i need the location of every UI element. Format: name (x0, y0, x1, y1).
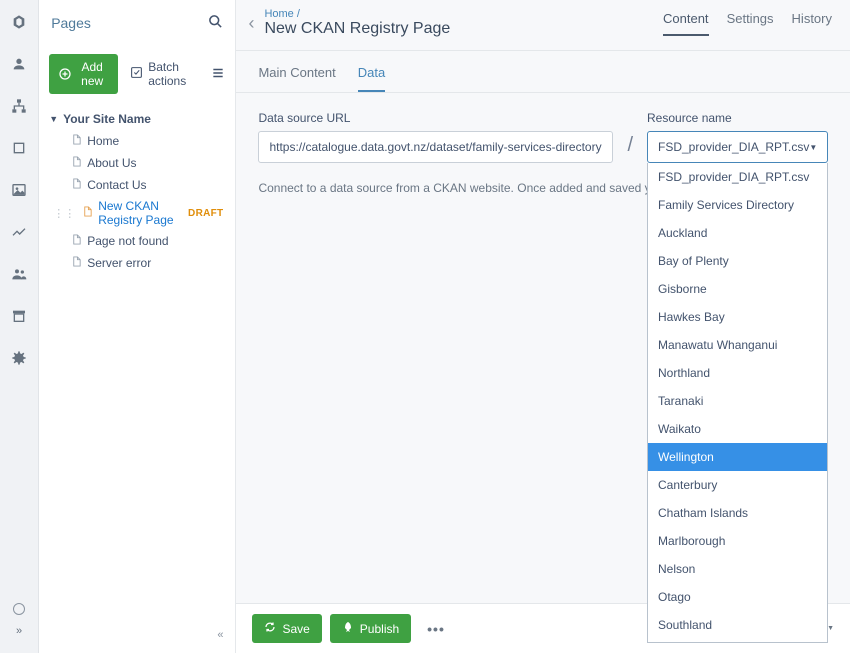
dropdown-item[interactable]: Tasman (648, 639, 827, 643)
list-view-icon[interactable] (211, 66, 225, 83)
collapse-sidebar-icon[interactable]: « (217, 629, 223, 641)
add-new-button[interactable]: Add new (49, 54, 118, 94)
chart-icon[interactable] (9, 222, 29, 242)
dropdown-item[interactable]: Otago (648, 583, 827, 611)
tree-item[interactable]: Server error (47, 252, 227, 274)
resource-dropdown: FSD_provider_DIA_RPT.csvFamily Services … (647, 163, 828, 643)
save-label: Save (282, 622, 309, 636)
tree-item-label: Home (87, 134, 119, 148)
page-title: New CKAN Registry Page (264, 20, 450, 38)
draft-badge: DRAFT (188, 208, 223, 219)
resource-label: Resource name (647, 111, 828, 125)
slash-separator: / (627, 134, 633, 157)
file-icon (71, 255, 82, 271)
data-source-url-input[interactable] (258, 131, 613, 163)
more-actions-icon[interactable]: ••• (419, 617, 453, 641)
tree-item[interactable]: About Us (47, 152, 227, 174)
dropdown-item[interactable]: Southland (648, 611, 827, 639)
tree-item[interactable]: ⋮⋮ New CKAN Registry Page DRAFT (47, 196, 227, 230)
plus-circle-icon (59, 68, 71, 80)
archive-icon[interactable] (9, 306, 29, 326)
dropdown-item[interactable]: Bay of Plenty (648, 247, 827, 275)
tree-item[interactable]: Contact Us (47, 174, 227, 196)
search-icon[interactable] (208, 14, 223, 32)
batch-actions-button[interactable]: Batch actions (130, 60, 199, 88)
publish-button[interactable]: Publish (330, 614, 411, 643)
add-new-label: Add new (76, 60, 108, 88)
dropdown-item[interactable]: Marlborough (648, 527, 827, 555)
tree-item-label: About Us (87, 156, 136, 170)
batch-label: Batch actions (148, 60, 199, 88)
tree-item-label: Server error (87, 256, 151, 270)
tree-item-label: Contact Us (87, 178, 146, 192)
file-icon (71, 133, 82, 149)
left-icon-rail: » (0, 0, 39, 653)
dropdown-item[interactable]: Waikato (648, 415, 827, 443)
back-chevron-icon[interactable]: ‹ (248, 13, 254, 34)
sidebar-title: Pages (51, 15, 91, 31)
url-label: Data source URL (258, 111, 613, 125)
file-icon (71, 155, 82, 171)
status-circle-icon[interactable] (13, 603, 25, 615)
dropdown-item[interactable]: Manawatu Whanganui (648, 331, 827, 359)
publish-label: Publish (360, 622, 399, 636)
logo-icon[interactable] (9, 12, 29, 32)
header-tab-content[interactable]: Content (663, 11, 709, 36)
users-icon[interactable] (9, 264, 29, 284)
tree-item-label: Page not found (87, 234, 168, 248)
tree-item[interactable]: Home (47, 130, 227, 152)
drag-handle-icon[interactable]: ⋮⋮ (53, 207, 75, 220)
dropdown-item[interactable]: Northland (648, 359, 827, 387)
site-root[interactable]: ▼ Your Site Name (47, 108, 227, 130)
caret-down-icon: ▼ (49, 114, 58, 124)
dropdown-item[interactable]: Canterbury (648, 471, 827, 499)
dropdown-item[interactable]: Family Services Directory (648, 191, 827, 219)
file-icon (71, 177, 82, 193)
dropdown-item[interactable]: FSD_provider_DIA_RPT.csv (648, 163, 827, 191)
site-name: Your Site Name (63, 112, 151, 126)
sub-tab-data[interactable]: Data (358, 65, 385, 92)
sub-tab-main-content[interactable]: Main Content (258, 65, 335, 92)
user-icon[interactable] (9, 54, 29, 74)
rocket-icon (342, 621, 354, 636)
dropdown-item[interactable]: Hawkes Bay (648, 303, 827, 331)
file-icon (82, 205, 93, 221)
resource-selected-value: FSD_provider_DIA_RPT.csv (658, 140, 809, 154)
refresh-icon (264, 621, 276, 636)
caret-down-icon: ▼ (809, 143, 817, 152)
dropdown-item[interactable]: Gisborne (648, 275, 827, 303)
gear-icon[interactable] (9, 348, 29, 368)
check-box-icon (130, 66, 143, 82)
save-button[interactable]: Save (252, 614, 321, 643)
tree-item-label: New CKAN Registry Page (98, 199, 183, 227)
dropdown-item[interactable]: Chatham Islands (648, 499, 827, 527)
breadcrumb[interactable]: Home / (264, 8, 450, 20)
dropdown-item[interactable]: Auckland (648, 219, 827, 247)
tree-item[interactable]: Page not found (47, 230, 227, 252)
sitemap-icon[interactable] (9, 96, 29, 116)
caret-down-icon: ▼ (827, 625, 834, 633)
pages-sidebar: Pages Add new Batch actions ▼ Your Site … (39, 0, 236, 653)
dropdown-item[interactable]: Nelson (648, 555, 827, 583)
header-tab-history[interactable]: History (792, 11, 832, 36)
page-tree: ▼ Your Site Name Home About Us Contact Us ⋮… (39, 108, 235, 274)
dropdown-item[interactable]: Taranaki (648, 387, 827, 415)
book-icon[interactable] (9, 138, 29, 158)
expand-rail-icon[interactable]: » (16, 625, 22, 637)
resource-name-select[interactable]: FSD_provider_DIA_RPT.csv ▼ (647, 131, 828, 163)
image-icon[interactable] (9, 180, 29, 200)
file-icon (71, 233, 82, 249)
dropdown-item[interactable]: Wellington (648, 443, 827, 471)
header-tab-settings[interactable]: Settings (727, 11, 774, 36)
